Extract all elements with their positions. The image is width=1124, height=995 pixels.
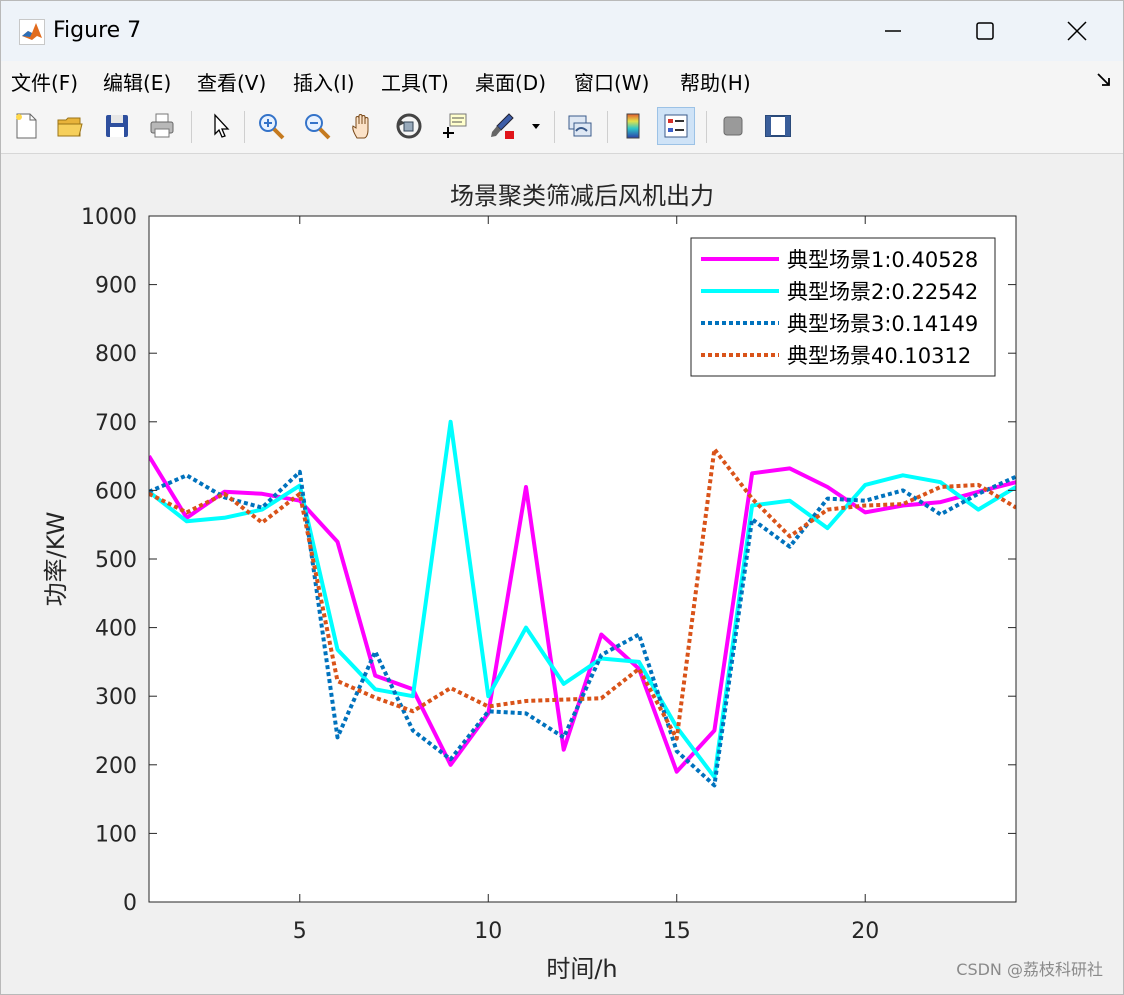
- zoom-in-button[interactable]: [252, 107, 290, 145]
- menu-tools[interactable]: 工具(T): [381, 67, 449, 96]
- link-plot-button[interactable]: [561, 107, 599, 145]
- open-file-icon: [57, 117, 83, 137]
- rotate-3d-button[interactable]: [390, 107, 428, 145]
- y-tick-label: 900: [95, 274, 137, 299]
- y-tick-label: 0: [123, 891, 137, 916]
- dock-arrow-icon[interactable]: [1095, 71, 1113, 89]
- menu-bar: 文件(F) 编辑(E) 查看(V) 插入(I) 工具(T) 桌面(D) 窗口(W…: [1, 61, 1123, 99]
- y-tick-label: 200: [95, 754, 137, 779]
- title-bar[interactable]: Figure 7: [1, 1, 1123, 61]
- maximize-button[interactable]: [939, 1, 1031, 61]
- colorbar-icon: [626, 113, 640, 139]
- menu-file[interactable]: 文件(F): [11, 67, 78, 96]
- rotate-3d-icon: [396, 113, 422, 139]
- legend-label-4: 典型场景40.10312: [787, 344, 971, 368]
- menu-edit[interactable]: 编辑(E): [103, 67, 171, 96]
- menu-window[interactable]: 窗口(W): [574, 67, 649, 96]
- y-tick-label: 100: [95, 822, 137, 847]
- maximize-icon: [976, 22, 994, 40]
- y-tick-label: 800: [95, 342, 137, 367]
- print-icon: [150, 113, 174, 138]
- figure-toolbar: [1, 99, 1123, 154]
- menu-help[interactable]: 帮助(H): [680, 67, 751, 96]
- colorbar-button[interactable]: [614, 107, 652, 145]
- pointer-button[interactable]: [201, 107, 239, 145]
- x-tick-label: 5: [293, 919, 307, 944]
- open-file-button[interactable]: [51, 107, 89, 145]
- window-title: Figure 7: [53, 18, 142, 43]
- x-tick-label: 10: [474, 919, 502, 944]
- toolbar-separator: [191, 111, 192, 143]
- show-plot-tools-button[interactable]: [759, 107, 797, 145]
- pan-hand-icon: [352, 114, 369, 139]
- chevron-down-icon: [532, 124, 540, 129]
- brush-dropdown-button[interactable]: [523, 107, 549, 145]
- data-cursor-button[interactable]: [436, 107, 474, 145]
- legend-icon: [664, 114, 688, 138]
- y-tick-label: 500: [95, 548, 137, 573]
- toolbar-separator: [244, 111, 245, 143]
- menu-insert[interactable]: 插入(I): [293, 67, 355, 96]
- print-button[interactable]: [143, 107, 181, 145]
- figure-window: Figure 7 文件(F) 编辑(E) 查看(V) 插入(I) 工具(T) 桌…: [0, 0, 1124, 995]
- minimize-button[interactable]: [847, 1, 939, 61]
- menu-desktop[interactable]: 桌面(D): [475, 67, 546, 96]
- new-figure-button[interactable]: [7, 107, 45, 145]
- y-tick-label: 700: [95, 411, 137, 436]
- x-tick-label: 20: [851, 919, 879, 944]
- data-cursor-icon: [443, 113, 467, 138]
- y-tick-label: 400: [95, 617, 137, 642]
- link-plot-icon: [568, 115, 592, 137]
- y-tick-label: 600: [95, 479, 137, 504]
- show-plot-tools-icon: [765, 115, 791, 137]
- close-icon: [1067, 21, 1087, 41]
- brush-button[interactable]: [483, 107, 521, 145]
- y-tick-label: 1000: [81, 205, 137, 230]
- legend-button[interactable]: [657, 107, 695, 145]
- x-axis-label: 时间/h: [546, 955, 617, 983]
- legend-label-1: 典型场景1:0.40528: [787, 248, 978, 272]
- save-icon: [106, 115, 128, 137]
- brush-icon: [491, 113, 514, 139]
- close-button[interactable]: [1031, 1, 1123, 61]
- watermark-text: CSDN @荔枝科研社: [956, 960, 1103, 979]
- toolbar-separator: [607, 111, 608, 143]
- pointer-icon: [214, 113, 230, 138]
- x-tick-label: 15: [663, 919, 691, 944]
- hide-plot-tools-button[interactable]: [714, 107, 752, 145]
- hide-plot-tools-icon: [723, 116, 743, 136]
- legend-label-3: 典型场景3:0.14149: [787, 312, 978, 336]
- zoom-out-icon: [305, 114, 331, 140]
- y-axis-label: 功率/KW: [42, 512, 70, 607]
- toolbar-separator: [706, 111, 707, 143]
- legend[interactable]: 典型场景1:0.40528 典型场景2:0.22542 典型场景3:0.14149 典…: [690, 237, 996, 377]
- chart-title: 场景聚类筛减后风机出力: [450, 182, 714, 210]
- figure-canvas: 5 10 15 20 0 100 200 300 400 500 600 700 800 900 1000 …: [7, 154, 1119, 990]
- minimize-icon: [885, 30, 901, 32]
- toolbar-separator: [554, 111, 555, 143]
- menu-view[interactable]: 查看(V): [197, 67, 266, 96]
- zoom-in-icon: [259, 114, 285, 140]
- pan-button[interactable]: [344, 107, 382, 145]
- zoom-out-button[interactable]: [298, 107, 336, 145]
- legend-label-2: 典型场景2:0.22542: [787, 280, 978, 304]
- matlab-logo-icon: [19, 19, 45, 45]
- new-figure-icon: [16, 113, 37, 139]
- save-button[interactable]: [98, 107, 136, 145]
- line-chart[interactable]: 5 10 15 2001002003004005006007008009001000 …: [7, 154, 1119, 990]
- y-tick-label: 300: [95, 685, 137, 710]
